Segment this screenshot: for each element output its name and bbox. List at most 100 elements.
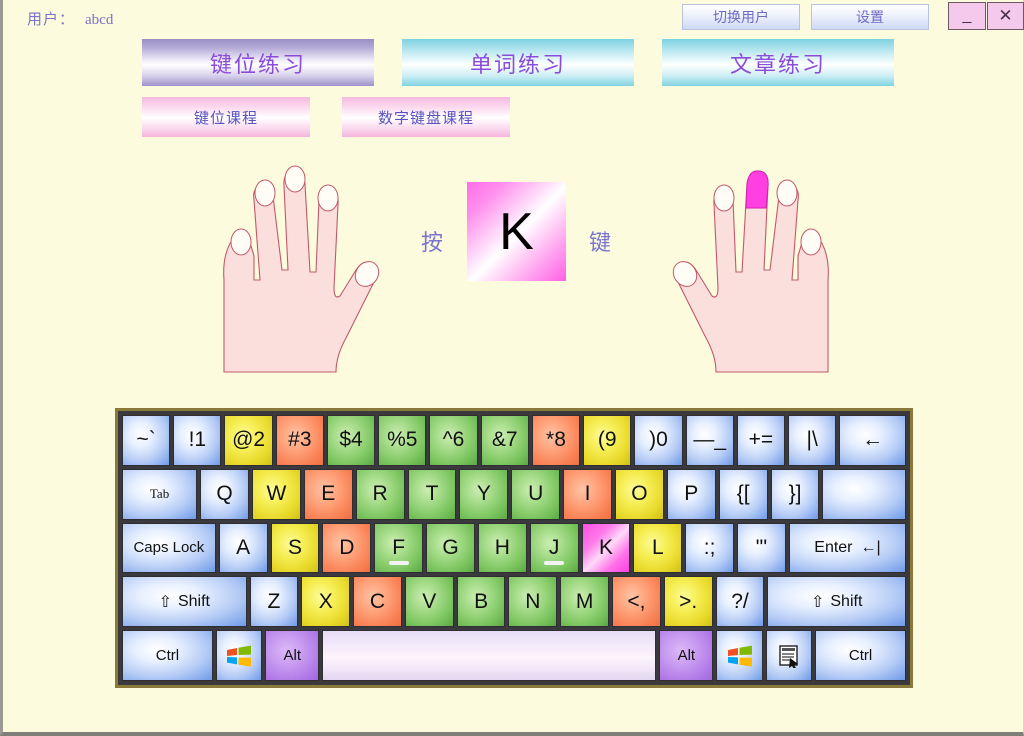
key-quote[interactable]: " ' — [737, 522, 786, 574]
key-digit-8[interactable]: * 8 — [531, 415, 581, 466]
key-key-e[interactable]: E — [303, 468, 353, 520]
key-digit-0[interactable]: ) 0 — [634, 415, 683, 466]
tab-article-practice[interactable]: 文章练习 — [662, 39, 894, 86]
key-key-v[interactable]: V — [404, 576, 454, 628]
key-key-c[interactable]: C — [353, 576, 402, 628]
key-legend-bottom: [ — [743, 482, 750, 506]
prompt-key-label: 键 — [589, 230, 612, 255]
key-key-i[interactable]: I — [563, 468, 612, 520]
enter-arrow-icon: ←| — [860, 538, 881, 556]
key-comma[interactable]: <, — [612, 576, 661, 628]
key-backslash[interactable]: | \ — [788, 415, 837, 466]
key-legend-top: < — [627, 589, 640, 613]
minimize-button[interactable]: _ — [948, 2, 986, 30]
shift-arrow-icon: ⇧ — [810, 593, 825, 611]
tab-word-practice[interactable]: 单词练习 — [402, 39, 634, 86]
user-label: 用户： — [27, 12, 76, 28]
key-key-h[interactable]: H — [477, 522, 527, 574]
key-label: A — [236, 535, 251, 559]
key-key-l[interactable]: L — [633, 522, 683, 574]
key-digit-3[interactable]: #3 — [275, 415, 324, 466]
key-digit-6[interactable]: ^ 6 — [429, 415, 478, 466]
key-alt-left[interactable]: Alt — [265, 630, 320, 681]
key-win-right[interactable] — [716, 630, 763, 681]
key-tab[interactable]: Tab — [122, 468, 198, 520]
key-alt-right[interactable]: Alt — [659, 630, 714, 681]
key-label: L — [651, 535, 664, 559]
key-bracket-left[interactable]: {[ — [718, 468, 768, 520]
key-legend-bottom: , — [639, 589, 646, 613]
key-legend-top: ( — [597, 428, 605, 452]
key-slash[interactable]: ? / — [715, 576, 765, 628]
key-digit-4[interactable]: $4 — [326, 415, 376, 466]
key-period[interactable]: >. — [663, 576, 713, 628]
key-shift-right[interactable]: ⇧ Shift — [767, 576, 906, 628]
key-key-b[interactable]: B — [456, 576, 506, 628]
key-key-n[interactable]: N — [508, 576, 558, 628]
key-legend-bottom: . — [691, 589, 698, 613]
key-digit-7[interactable]: & 7 — [480, 415, 529, 466]
key-ctrl-right[interactable]: Ctrl — [815, 630, 906, 681]
key-key-m[interactable]: M — [560, 576, 610, 628]
home-row-bump — [388, 561, 409, 566]
tab-key-practice[interactable]: 键位练习 — [142, 39, 374, 86]
key-space[interactable] — [322, 630, 657, 681]
key-win-left[interactable] — [215, 630, 263, 681]
key-backspace[interactable]: ← — [839, 415, 907, 466]
key-ctrl-left[interactable]: Ctrl — [122, 630, 213, 681]
key-label: I — [584, 482, 591, 506]
key-key-w[interactable]: W — [251, 468, 301, 520]
key-key-k[interactable]: K — [581, 522, 631, 574]
subtab-numpad-course[interactable]: 数字键盘课程 — [342, 97, 510, 137]
key-label: Shift — [177, 592, 210, 610]
virtual-keyboard[interactable]: ~ `! 1 @2 #3 $4% 5 ^ 6 & 7 * 8(9) 0— _ + = | \ ← Tab Q W E R T Y U I… — [115, 408, 913, 688]
key-bracket-right[interactable]: }] — [770, 468, 820, 520]
key-legend-bottom: 7 — [505, 428, 518, 452]
key-legend-top: — — [693, 428, 715, 452]
settings-button[interactable]: 设置 — [811, 4, 929, 30]
enter-label: Enter ←| — [814, 539, 880, 557]
key-key-r[interactable]: R — [355, 468, 405, 520]
key-key-q[interactable]: Q — [200, 468, 249, 520]
key-legend-top: # — [288, 428, 300, 452]
key-digit-2[interactable]: @2 — [224, 415, 273, 466]
key-key-u[interactable]: U — [511, 468, 561, 520]
key-digit-9[interactable]: (9 — [583, 415, 632, 466]
key-key-f[interactable]: F — [374, 522, 424, 574]
key-key-p[interactable]: P — [666, 468, 716, 520]
key-key-z[interactable]: Z — [249, 576, 299, 628]
key-key-o[interactable]: O — [614, 468, 664, 520]
key-label: D — [339, 535, 355, 559]
key-enter[interactable]: Enter ←| — [788, 522, 907, 574]
key-key-x[interactable]: X — [301, 576, 351, 628]
key-key-d[interactable]: D — [322, 522, 372, 574]
key-menu-key[interactable] — [765, 630, 813, 681]
key-equal[interactable]: + = — [736, 415, 786, 466]
close-button[interactable]: ✕ — [987, 2, 1024, 30]
key-caps-lock[interactable]: Caps Lock — [122, 522, 216, 574]
key-key-t[interactable]: T — [407, 468, 457, 520]
switch-user-button[interactable]: 切换用户 — [682, 4, 800, 30]
key-label: Alt — [283, 647, 301, 665]
key-minus[interactable]: — _ — [685, 415, 734, 466]
key-key-j[interactable]: J — [529, 522, 579, 574]
key-key-a[interactable]: A — [218, 522, 268, 574]
windows-logo-icon — [727, 645, 752, 667]
key-key-y[interactable]: Y — [459, 468, 509, 520]
key-label: V — [422, 589, 437, 613]
left-hand-illustration — [223, 165, 380, 373]
key-shift-left[interactable]: ⇧ Shift — [122, 576, 247, 628]
key-filler-top[interactable] — [822, 468, 906, 520]
target-key-display: K — [467, 182, 566, 281]
key-key-s[interactable]: S — [270, 522, 320, 574]
key-label: Caps Lock — [133, 539, 205, 557]
key-key-g[interactable]: G — [426, 522, 475, 574]
key-digit-1[interactable]: ! 1 — [173, 415, 222, 466]
key-backquote[interactable]: ~ ` — [122, 415, 171, 466]
key-legend-bottom: 2 — [253, 428, 266, 452]
subtab-key-course[interactable]: 键位课程 — [142, 97, 310, 137]
key-semicolon[interactable]: :; — [685, 522, 735, 574]
key-legend-bottom: \ — [811, 428, 818, 452]
key-digit-5[interactable]: % 5 — [378, 415, 427, 466]
key-legend-bottom: 9 — [604, 428, 617, 452]
